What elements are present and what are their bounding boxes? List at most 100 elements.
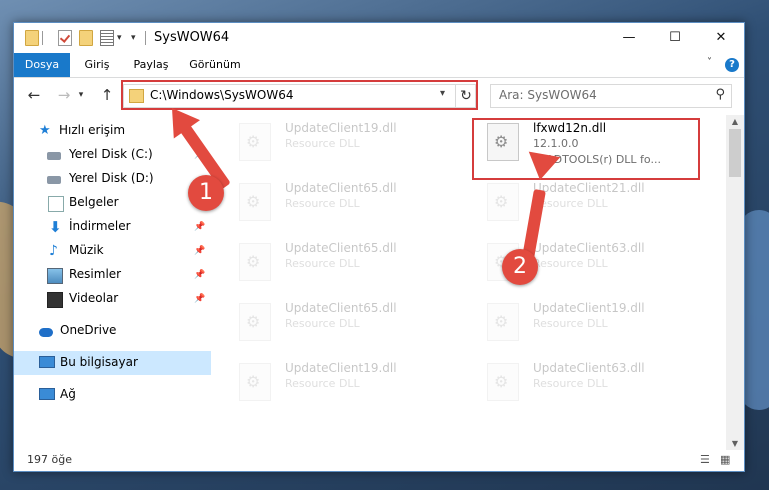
- sidebar-item-onedrive[interactable]: OneDrive: [14, 319, 211, 343]
- dll-file-icon: [239, 363, 271, 401]
- large-icons-view-icon[interactable]: ▦: [720, 453, 734, 466]
- computer-icon: [39, 356, 55, 368]
- file-type: Resource DLL: [285, 317, 360, 330]
- cloud-icon: [39, 328, 53, 337]
- up-button[interactable]: ↑: [97, 84, 117, 106]
- step-badge-1: 1: [188, 175, 224, 211]
- sidebar-item-label: Hızlı erişim: [59, 123, 126, 137]
- pin-icon[interactable]: 📌: [194, 222, 205, 232]
- sidebar-item-videos[interactable]: Videolar 📌: [14, 287, 211, 311]
- music-note-icon: ♪: [49, 243, 58, 259]
- dll-file-icon: [487, 183, 519, 221]
- sidebar-item-this-pc[interactable]: Bu bilgisayar: [14, 351, 211, 375]
- file-type: Resource DLL: [285, 197, 360, 210]
- scroll-down-icon[interactable]: ▼: [726, 439, 744, 448]
- navigation-pane: ★ Hızlı erişim Yerel Disk (C:) 📌 Yerel D…: [14, 115, 211, 440]
- file-item[interactable]: UpdateClient19.dll Resource DLL: [477, 297, 707, 345]
- sidebar-item-documents[interactable]: Belgeler: [14, 191, 211, 215]
- search-box[interactable]: ⚲: [490, 84, 732, 108]
- sidebar-item-local-disk-d[interactable]: Yerel Disk (D:): [14, 167, 211, 191]
- disk-icon: [47, 176, 61, 184]
- file-type: Resource DLL: [285, 257, 360, 270]
- recent-locations-button[interactable]: ▾: [76, 84, 86, 106]
- item-count: 197 öğe: [27, 453, 72, 466]
- sidebar-item-label: İndirmeler: [69, 219, 131, 233]
- sidebar-item-pictures[interactable]: Resimler 📌: [14, 263, 211, 287]
- sidebar-item-downloads[interactable]: ⬇ İndirmeler 📌: [14, 215, 211, 239]
- file-type: Resource DLL: [533, 377, 608, 390]
- dll-file-icon: [239, 303, 271, 341]
- sidebar-item-network[interactable]: Ağ: [14, 383, 211, 407]
- sidebar-item-label: Ağ: [60, 387, 76, 401]
- file-name: UpdateClient21.dll: [533, 181, 645, 195]
- file-name: UpdateClient63.dll: [533, 361, 645, 375]
- file-item[interactable]: UpdateClient65.dll Resource DLL: [229, 237, 459, 285]
- file-highlight-box: [472, 118, 700, 180]
- search-input[interactable]: [491, 85, 709, 105]
- dll-file-icon: [239, 243, 271, 281]
- search-icon[interactable]: ⚲: [715, 87, 725, 102]
- file-name: UpdateClient65.dll: [285, 181, 397, 195]
- video-icon: [47, 292, 63, 308]
- scrollbar-thumb[interactable]: [729, 129, 741, 177]
- file-type: Resource DLL: [285, 137, 360, 150]
- minimize-button[interactable]: —: [606, 23, 652, 53]
- help-button[interactable]: ?: [725, 58, 739, 72]
- sidebar-item-label: Bu bilgisayar: [60, 355, 138, 369]
- star-icon: ★: [39, 123, 51, 138]
- expand-ribbon-icon[interactable]: ˅: [707, 57, 712, 68]
- details-view-icon[interactable]: ☰: [700, 453, 714, 466]
- tab-view[interactable]: Görünüm: [184, 53, 246, 77]
- dll-file-icon: [239, 123, 271, 161]
- sidebar-item-label: Videolar: [69, 291, 119, 305]
- sidebar-item-label: Müzik: [69, 243, 104, 257]
- tab-share[interactable]: Paylaş: [126, 53, 176, 77]
- sidebar-item-music[interactable]: ♪ Müzik 📌: [14, 239, 211, 263]
- dll-file-icon: [239, 183, 271, 221]
- file-type: Resource DLL: [533, 317, 608, 330]
- pin-icon[interactable]: 📌: [194, 246, 205, 256]
- file-name: UpdateClient19.dll: [285, 121, 397, 135]
- pin-icon[interactable]: 📌: [194, 270, 205, 280]
- new-folder-icon[interactable]: [79, 30, 93, 46]
- sidebar-item-label: Yerel Disk (C:): [69, 147, 153, 161]
- file-item[interactable]: UpdateClient19.dll Resource DLL: [229, 357, 459, 405]
- customize-toolbar-icon[interactable]: ▾: [131, 33, 136, 43]
- sidebar-item-local-disk-c[interactable]: Yerel Disk (C:) 📌: [14, 143, 211, 167]
- dll-file-icon: [487, 363, 519, 401]
- forward-button[interactable]: →: [54, 84, 74, 106]
- window-title: SysWOW64: [154, 30, 230, 45]
- tab-home[interactable]: Giriş: [76, 53, 118, 77]
- maximize-button[interactable]: ☐: [652, 23, 698, 53]
- close-button[interactable]: ✕: [698, 23, 744, 53]
- pictures-icon: [47, 268, 63, 284]
- back-button[interactable]: ←: [24, 84, 44, 106]
- file-name: UpdateClient19.dll: [285, 361, 397, 375]
- step-badge-2: 2: [502, 249, 538, 285]
- title-bar: ▾ ▾ SysWOW64 — ☐ ✕: [14, 23, 744, 53]
- properties-check-icon[interactable]: [58, 30, 72, 46]
- file-name: UpdateClient65.dll: [285, 301, 397, 315]
- file-item[interactable]: UpdateClient65.dll Resource DLL: [229, 177, 459, 225]
- dll-file-icon: [487, 303, 519, 341]
- sidebar-item-label: Yerel Disk (D:): [69, 171, 154, 185]
- pin-icon[interactable]: 📌: [194, 294, 205, 304]
- sidebar-item-label: OneDrive: [60, 323, 117, 337]
- file-type: Resource DLL: [285, 377, 360, 390]
- scroll-up-icon[interactable]: ▲: [726, 117, 744, 126]
- file-name: UpdateClient63.dll: [533, 241, 645, 255]
- file-item[interactable]: UpdateClient65.dll Resource DLL: [229, 297, 459, 345]
- properties-icon[interactable]: [100, 30, 114, 46]
- qa-drop-icon[interactable]: ▾: [117, 33, 122, 43]
- status-bar: 197 öğe ☰ ▦: [14, 450, 744, 471]
- tab-file[interactable]: Dosya: [14, 53, 70, 77]
- file-item[interactable]: UpdateClient19.dll Resource DLL: [229, 117, 459, 165]
- file-item[interactable]: UpdateClient21.dll Resource DLL: [477, 177, 707, 225]
- ribbon: Dosya Giriş Paylaş Görünüm ˅ ?: [14, 53, 744, 78]
- network-icon: [39, 388, 55, 400]
- file-name: UpdateClient65.dll: [285, 241, 397, 255]
- file-item[interactable]: UpdateClient63.dll Resource DLL: [477, 357, 707, 405]
- file-name: UpdateClient19.dll: [533, 301, 645, 315]
- vertical-scrollbar[interactable]: ▲ ▼: [726, 115, 744, 450]
- file-type: Resource DLL: [533, 257, 608, 270]
